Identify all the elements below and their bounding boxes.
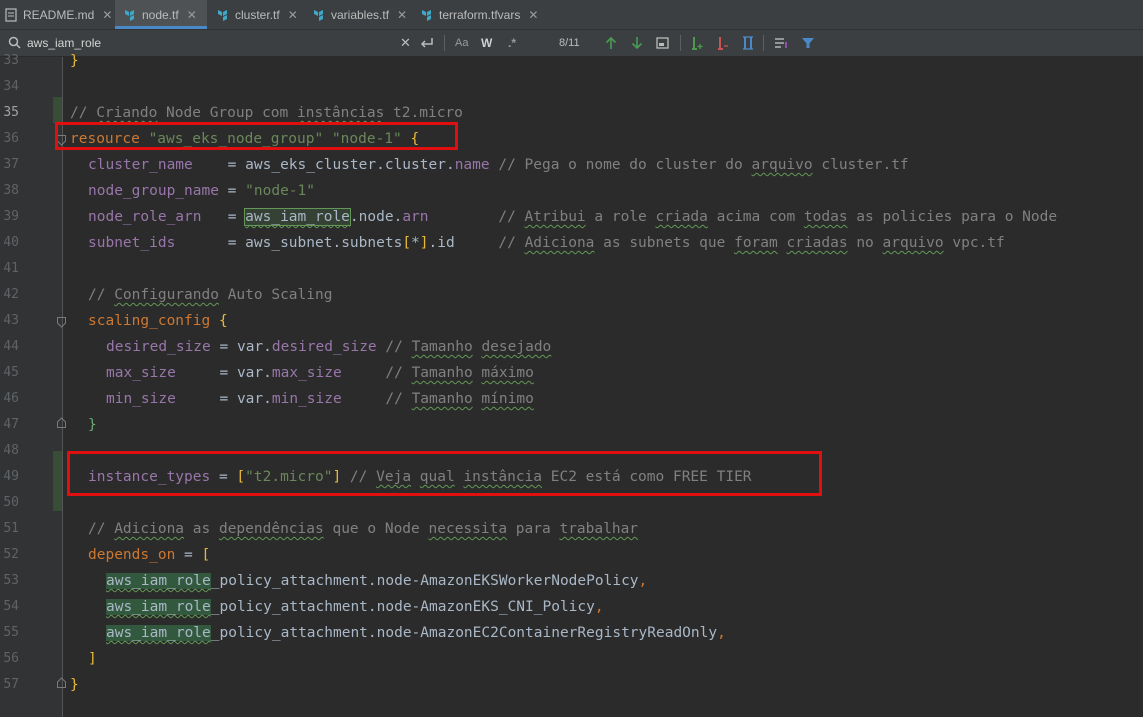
words-toggle[interactable]: W — [481, 30, 492, 56]
line-number: 40 — [3, 235, 19, 250]
code-line-37: cluster_name = aws_eks_cluster.cluster.n… — [88, 157, 909, 173]
line-number: 54 — [3, 599, 19, 614]
code-line-42: // Configurando Auto Scaling — [88, 287, 333, 303]
filter-results-icon[interactable] — [656, 30, 669, 56]
line-number: 39 — [3, 209, 19, 224]
line-number: 53 — [3, 573, 19, 588]
code-line-57: } — [70, 677, 79, 693]
separator — [763, 35, 764, 51]
code-line-56: ] — [88, 651, 97, 667]
markdown-file-icon — [4, 7, 18, 22]
close-icon[interactable]: ✕ — [528, 8, 538, 22]
code-line-55: aws_iam_role_policy_attachment.node-Amaz… — [106, 625, 726, 641]
line-number: 44 — [3, 339, 19, 354]
new-line-icon[interactable] — [420, 30, 434, 56]
line-number-gutter: 33 34 35 36 37 38 39 40 41 42 43 44 45 4… — [0, 53, 66, 717]
tab-label: terraform.tfvars — [439, 7, 521, 22]
match-case-toggle[interactable]: Aa — [455, 30, 468, 56]
code-line-46: min_size = var.min_size // Tamanho mínim… — [106, 391, 534, 407]
line-number: 34 — [3, 79, 19, 94]
next-occurrence-icon[interactable] — [631, 30, 643, 56]
tab-readme[interactable]: README.md ✕ — [4, 0, 113, 29]
line-number: 56 — [3, 651, 19, 666]
line-number: 50 — [3, 495, 19, 510]
line-number: 38 — [3, 183, 19, 198]
close-icon[interactable]: ✕ — [187, 8, 197, 22]
search-match-current: aws_iam_role — [244, 208, 351, 226]
code-editor[interactable]: } // Criando Node Group com instâncias t… — [63, 53, 1143, 717]
separator — [444, 35, 445, 51]
code-line-44: desired_size = var.desired_size // Taman… — [106, 339, 552, 355]
search-match: aws_iam_role — [106, 625, 211, 641]
select-all-occurrences-icon[interactable] — [741, 30, 755, 56]
editor-tab-bar: README.md ✕ node.tf ✕ cluster.tf ✕ varia… — [0, 0, 1143, 30]
previous-occurrence-icon[interactable] — [605, 30, 617, 56]
add-occurrence-icon[interactable] — [690, 30, 704, 56]
line-number: 51 — [3, 521, 19, 536]
close-icon[interactable]: ✕ — [397, 8, 407, 22]
line-number: 42 — [3, 287, 19, 302]
open-in-window-icon[interactable] — [774, 30, 788, 56]
tab-label: cluster.tf — [235, 7, 280, 22]
line-number: 43 — [3, 313, 19, 328]
line-number: 52 — [3, 547, 19, 562]
search-input[interactable]: aws_iam_role — [27, 30, 101, 56]
line-number: 47 — [3, 417, 19, 432]
code-line-39: node_role_arn = aws_iam_role.node.arn //… — [88, 208, 1058, 226]
search-match: aws_iam_role — [106, 599, 211, 615]
line-number: 49 — [3, 469, 19, 484]
tab-variables-tf[interactable]: variables.tf ✕ — [312, 0, 412, 29]
line-number: 37 — [3, 157, 19, 172]
terraform-file-icon — [420, 8, 434, 22]
regex-toggle[interactable]: .* — [508, 30, 516, 56]
find-bar: aws_iam_role ✕ Aa W .* 8/11 — [0, 30, 1143, 57]
close-icon[interactable]: ✕ — [102, 8, 112, 22]
tab-node-tf[interactable]: node.tf ✕ — [115, 0, 207, 29]
tab-label: node.tf — [142, 7, 179, 22]
code-line-33: } — [70, 53, 79, 69]
match-count: 8/11 — [559, 37, 580, 49]
tab-cluster-tf[interactable]: cluster.tf ✕ — [216, 0, 306, 29]
line-number-current: 35 — [3, 105, 19, 120]
separator — [680, 35, 681, 51]
code-line-38: node_group_name = "node-1" — [88, 183, 315, 199]
line-number: 36 — [3, 131, 19, 146]
terraform-file-icon — [312, 8, 326, 22]
code-line-52: depends_on = [ — [88, 547, 211, 563]
remove-occurrence-icon[interactable] — [716, 30, 730, 56]
line-number: 45 — [3, 365, 19, 380]
line-number: 33 — [3, 53, 19, 68]
vcs-change-marker[interactable] — [53, 451, 62, 511]
close-icon[interactable]: ✕ — [288, 8, 298, 22]
code-line-43: scaling_config { — [88, 313, 228, 329]
code-line-53: aws_iam_role_policy_attachment.node-Amaz… — [106, 573, 648, 589]
line-number: 48 — [3, 443, 19, 458]
code-line-45: max_size = var.max_size // Tamanho máxim… — [106, 365, 534, 381]
code-line-54: aws_iam_role_policy_attachment.node-Amaz… — [106, 599, 604, 615]
line-number: 55 — [3, 625, 19, 640]
annotation-box-instance-types — [67, 451, 822, 496]
line-number: 57 — [3, 677, 19, 692]
tab-label: variables.tf — [331, 7, 390, 22]
filter-icon[interactable] — [801, 30, 815, 56]
code-line-47: } — [88, 417, 97, 433]
tab-label: README.md — [23, 7, 95, 22]
vcs-change-marker[interactable] — [53, 97, 62, 123]
line-number: 46 — [3, 391, 19, 406]
code-line-40: subnet_ids = aws_subnet.subnets[*].id //… — [88, 235, 1005, 251]
clear-search-icon[interactable]: ✕ — [400, 30, 411, 56]
code-line-51: // Adiciona as dependências que o Node n… — [88, 521, 639, 537]
search-match: aws_iam_role — [106, 573, 211, 589]
terraform-file-icon — [123, 8, 137, 22]
line-number: 41 — [3, 261, 19, 276]
annotation-box-resource — [55, 122, 458, 150]
terraform-file-icon — [216, 8, 230, 22]
tab-terraform-tfvars[interactable]: terraform.tfvars ✕ — [420, 0, 550, 29]
